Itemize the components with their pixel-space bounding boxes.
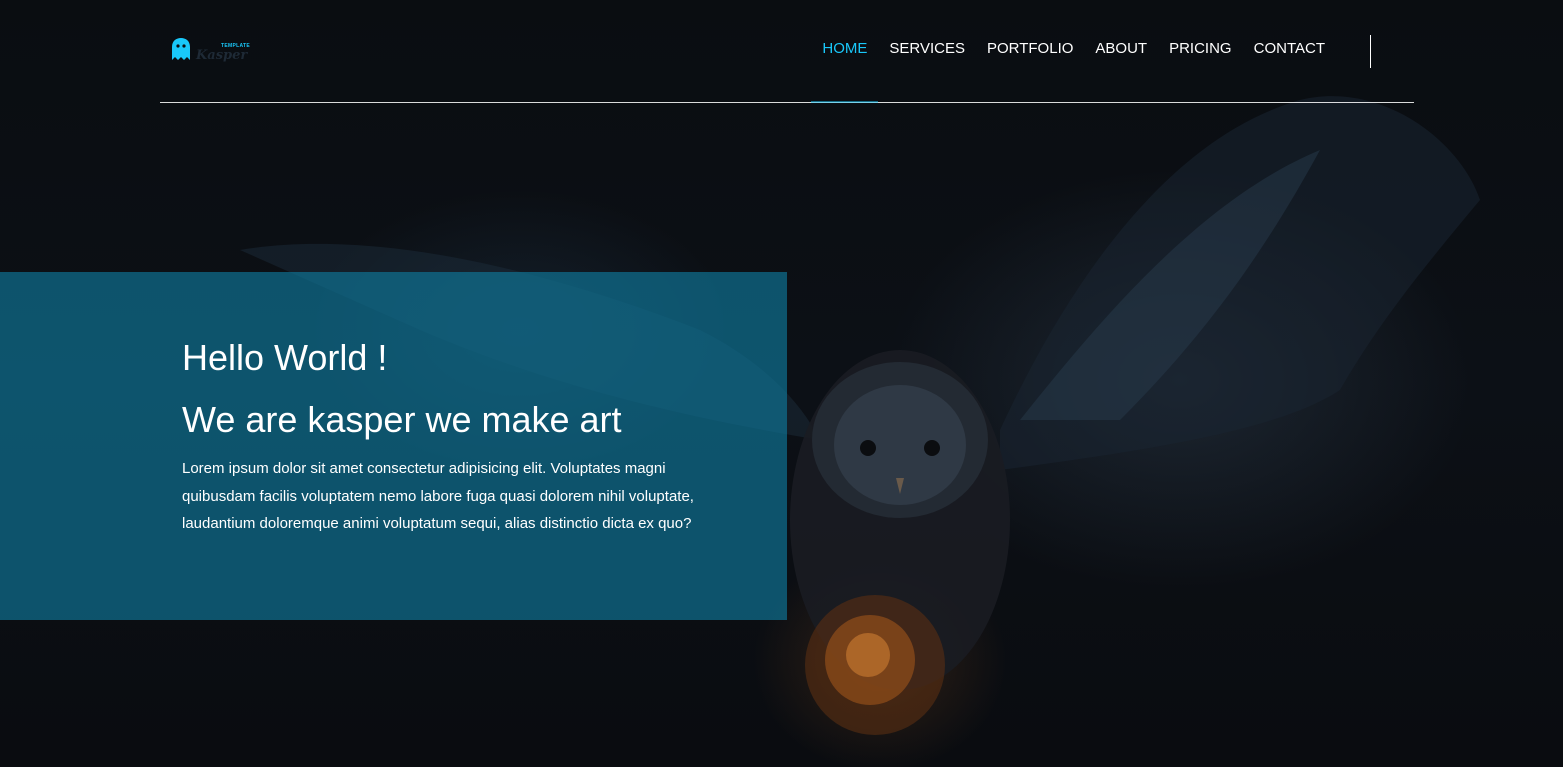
landing-title-tagline: We are kasper we make art (182, 399, 622, 440)
brand-logo[interactable]: TEMPLATE Kasper (170, 36, 250, 63)
nav-link-about[interactable]: ABOUT (1084, 0, 1158, 102)
nav-divider (1370, 34, 1371, 68)
landing-title-hello: Hello World ! (182, 337, 388, 378)
site-header: TEMPLATE Kasper HOME SERVICES PORTFOLIO … (160, 0, 1414, 103)
ghost-icon (172, 38, 190, 60)
nav-link-pricing[interactable]: PRICING (1158, 0, 1243, 102)
nav-link-services[interactable]: SERVICES (878, 0, 976, 102)
hero-section: TEMPLATE Kasper HOME SERVICES PORTFOLIO … (0, 0, 1563, 767)
nav-link-portfolio[interactable]: PORTFOLIO (976, 0, 1084, 102)
main-nav: HOME SERVICES PORTFOLIO ABOUT PRICING CO… (811, 0, 1414, 103)
nav-link-home[interactable]: HOME (811, 0, 879, 103)
logo-wordmark: Kasper (196, 48, 248, 63)
nav-link-contact[interactable]: CONTACT (1243, 0, 1336, 102)
landing-text-box (0, 272, 787, 620)
landing-description: Lorem ipsum dolor sit amet consectetur a… (182, 460, 694, 532)
